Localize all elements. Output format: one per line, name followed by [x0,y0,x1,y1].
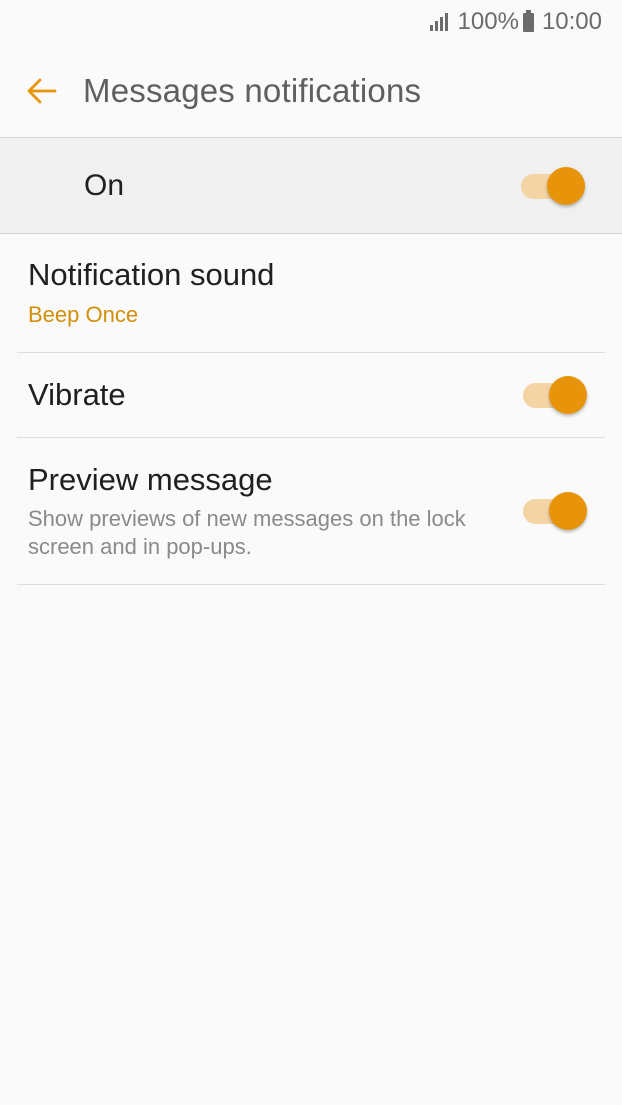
status-bar: 100% 10:00 [0,0,622,44]
master-switch-row[interactable]: On [0,138,622,234]
settings-list: Notification sound Beep Once Vibrate Pre… [0,234,622,585]
preview-message-title: Preview message [28,462,273,497]
battery-percent: 100% [457,8,519,35]
switch-thumb [549,492,587,530]
app-bar: Messages notifications [0,44,622,138]
signal-icon [429,13,450,31]
switch-thumb [549,376,587,414]
battery-icon [522,9,534,32]
preview-message-row[interactable]: Preview message Show previews of new mes… [17,438,605,585]
preview-message-switch[interactable] [521,489,593,533]
notification-sound-value: Beep Once [28,302,139,327]
notification-sound-row[interactable]: Notification sound Beep Once [17,234,605,353]
vibrate-title: Vibrate [28,377,126,412]
back-button[interactable] [14,63,70,119]
vibrate-switch[interactable] [521,373,593,417]
page-title: Messages notifications [83,71,422,109]
preview-message-summary: Show previews of new messages on the loc… [28,506,466,559]
master-switch-label: On [84,168,125,202]
status-time: 10:00 [541,8,602,35]
notification-sound-title: Notification sound [28,257,275,292]
switch-thumb [547,166,585,205]
arrow-left-icon [27,78,57,103]
vibrate-row[interactable]: Vibrate [17,353,605,438]
master-switch[interactable] [519,164,591,208]
